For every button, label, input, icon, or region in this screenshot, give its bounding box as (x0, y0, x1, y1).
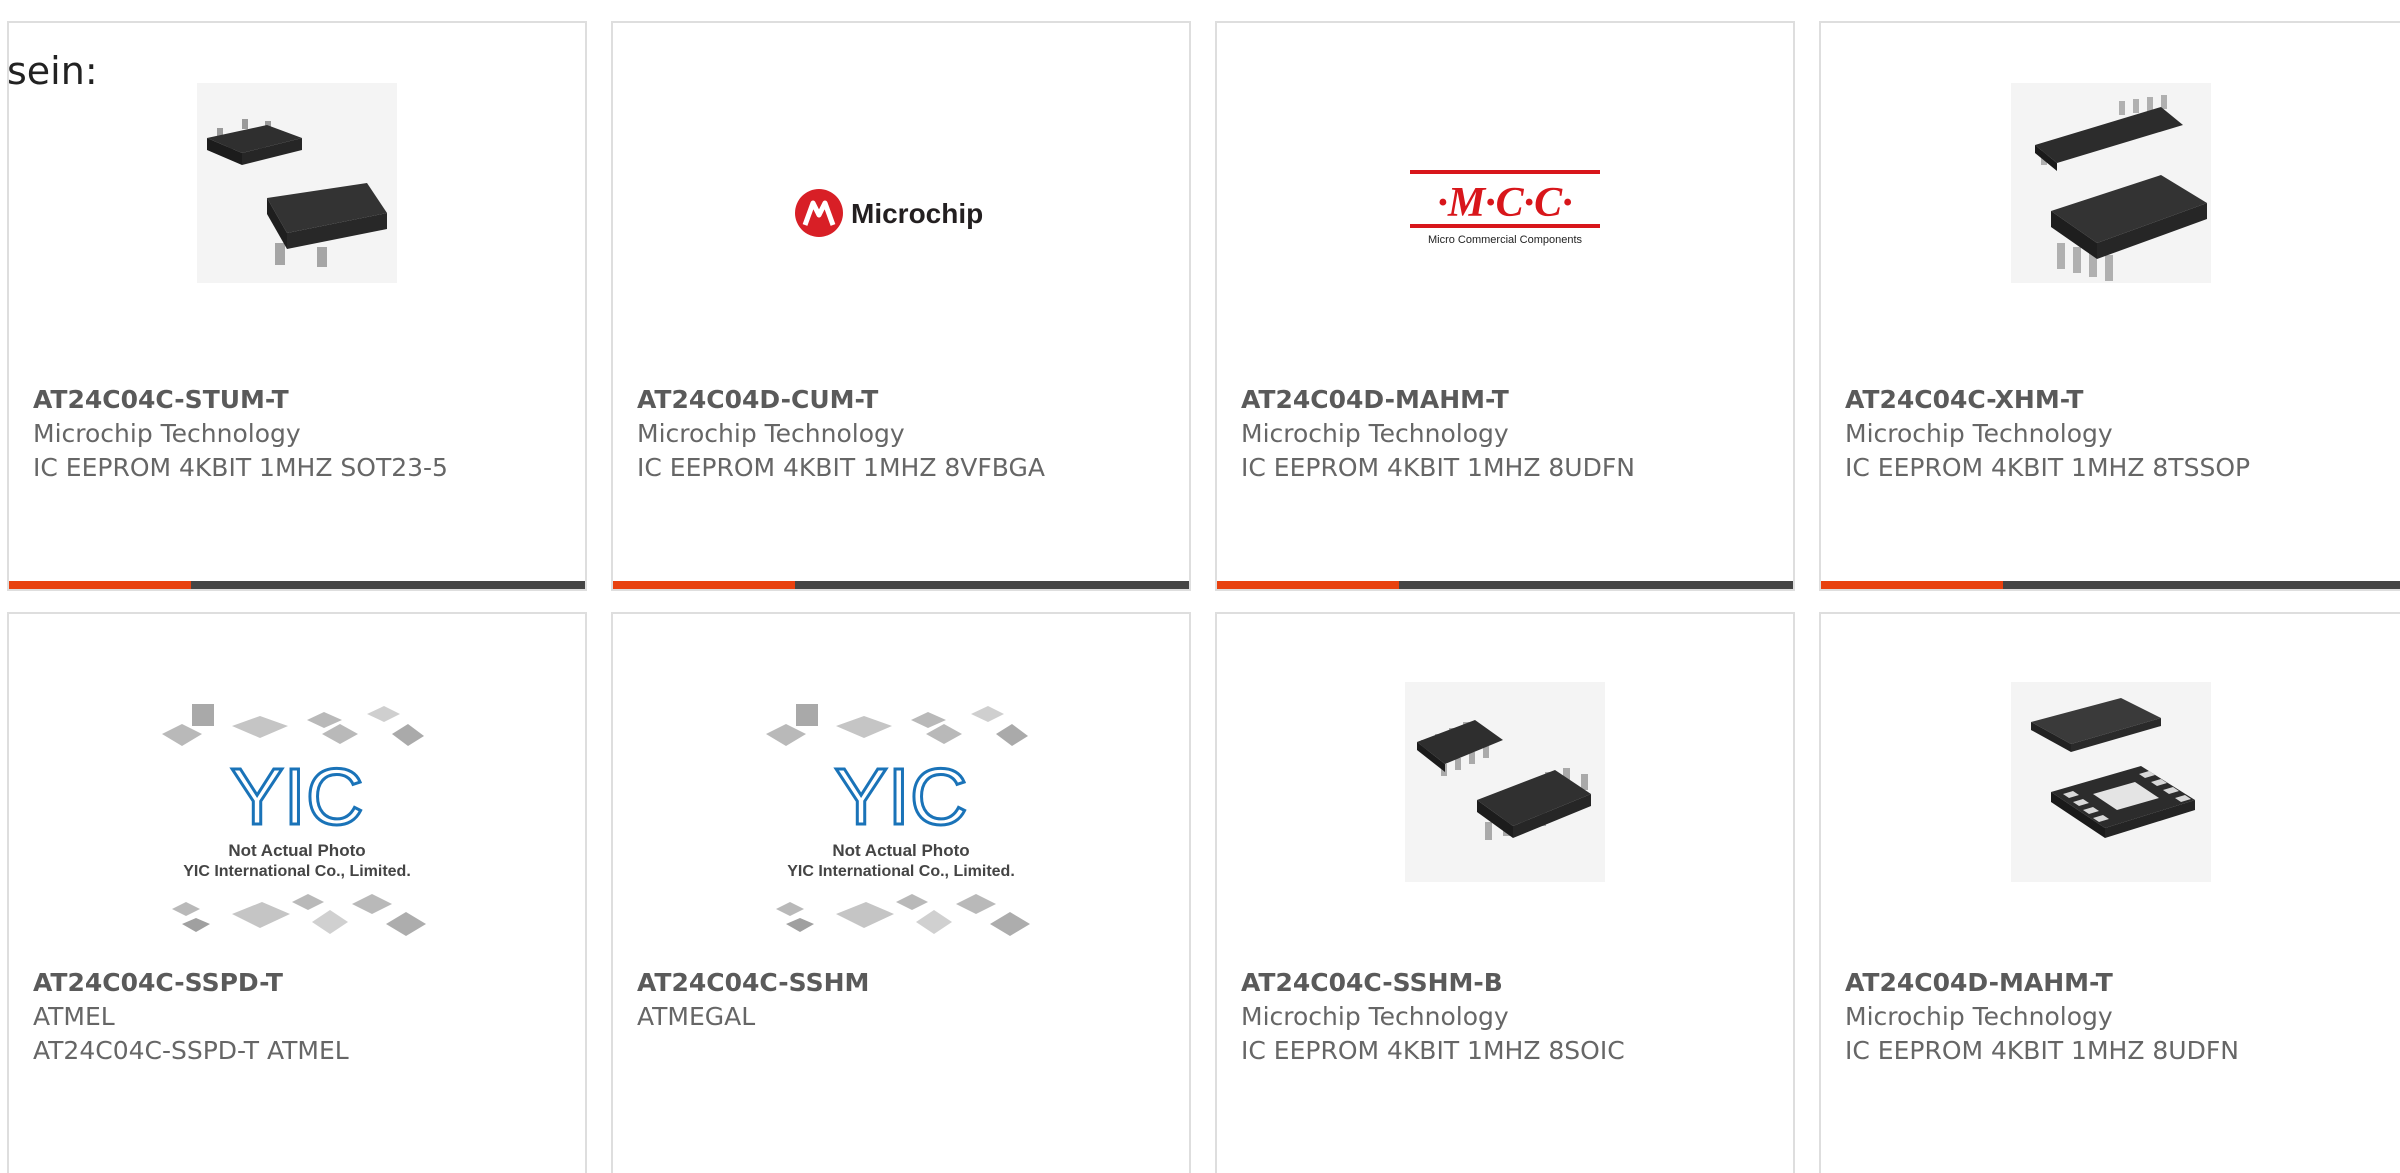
intro-text: sein: (7, 49, 98, 93)
product-image[interactable]: Microchip (613, 83, 1189, 343)
product-image[interactable] (1821, 83, 2400, 343)
microchip-logo-text: Microchip (851, 198, 983, 229)
product-grid-page: sein: AT24C04C-STUM-T Microchip Technolo… (0, 0, 2400, 1173)
mcc-logo-text: ·M·C·C· (1437, 180, 1572, 226)
tssop-package-icon (2010, 83, 2211, 283)
card-accent-bar (9, 581, 191, 589)
manufacturer: Microchip Technology (1241, 1002, 1509, 1031)
card-accent-bar (613, 581, 795, 589)
part-number-link[interactable]: AT24C04D-MAHM-T (1845, 966, 2376, 1000)
manufacturer: Microchip Technology (1845, 419, 2113, 448)
description: IC EEPROM 4KBIT 1MHZ 8VFBGA (637, 453, 1045, 482)
product-info: AT24C04C-XHM-T Microchip Technology IC E… (1845, 383, 2376, 485)
card-footer-bar (1821, 581, 2400, 589)
yic-logo-text: YIC (834, 752, 967, 841)
description: AT24C04C-SSPD-T ATMEL (33, 1036, 349, 1065)
manufacturer: ATMEGAL (637, 1002, 756, 1031)
card-footer-bar (9, 581, 585, 589)
product-card[interactable]: Microchip AT24C04D-CUM-T Microchip Techn… (611, 21, 1191, 591)
part-number-link[interactable]: AT24C04C-STUM-T (33, 383, 561, 417)
placeholder-line1: Not Actual Photo (832, 841, 969, 860)
manufacturer: Microchip Technology (33, 419, 301, 448)
manufacturer: Microchip Technology (1241, 419, 1509, 448)
product-image[interactable]: YIC Not Actual Photo YIC International C… (613, 704, 1189, 964)
description: IC EEPROM 4KBIT 1MHZ 8TSSOP (1845, 453, 2251, 482)
description: IC EEPROM 4KBIT 1MHZ 8UDFN (1845, 1036, 2239, 1065)
product-card[interactable]: YIC Not Actual Photo YIC International C… (7, 612, 587, 1173)
part-number-link[interactable]: AT24C04C-SSPD-T (33, 966, 561, 1000)
part-number-link[interactable]: AT24C04C-SSHM-B (1241, 966, 1769, 1000)
product-info: AT24C04D-MAHM-T Microchip Technology IC … (1845, 966, 2376, 1068)
description: IC EEPROM 4KBIT 1MHZ 8SOIC (1241, 1036, 1625, 1065)
product-card[interactable]: AT24C04C-SSHM-B Microchip Technology IC … (1215, 612, 1795, 1173)
product-info: AT24C04C-SSHM-B Microchip Technology IC … (1241, 966, 1769, 1068)
sot23-package-icon (197, 83, 397, 283)
product-info: AT24C04C-SSHM ATMEGAL (637, 966, 1165, 1034)
product-card[interactable]: ·M·C·C· Micro Commercial Components AT24… (1215, 21, 1795, 591)
soic-package-icon (1405, 682, 1605, 882)
mcc-logo-subtext: Micro Commercial Components (1428, 234, 1583, 246)
placeholder-line2: YIC International Co., Limited. (183, 863, 411, 880)
part-number-link[interactable]: AT24C04C-XHM-T (1845, 383, 2376, 417)
product-image[interactable] (9, 83, 585, 343)
card-accent-bar (1217, 581, 1399, 589)
product-card[interactable]: AT24C04C-XHM-T Microchip Technology IC E… (1819, 21, 2400, 591)
card-footer-bar (1217, 581, 1793, 589)
product-image[interactable] (1217, 682, 1793, 942)
product-card[interactable]: YIC Not Actual Photo YIC International C… (611, 612, 1191, 1173)
card-accent-bar (1821, 581, 2003, 589)
product-card[interactable]: AT24C04D-MAHM-T Microchip Technology IC … (1819, 612, 2400, 1173)
microchip-logo-icon: Microchip (795, 189, 983, 237)
manufacturer: Microchip Technology (1845, 1002, 2113, 1031)
part-number-link[interactable]: AT24C04C-SSHM (637, 966, 1165, 1000)
manufacturer: Microchip Technology (637, 419, 905, 448)
yic-placeholder-icon: YIC Not Actual Photo YIC International C… (766, 704, 1030, 936)
yic-placeholder-icon: YIC Not Actual Photo YIC International C… (162, 704, 426, 936)
product-info: AT24C04D-MAHM-T Microchip Technology IC … (1241, 383, 1769, 485)
product-image[interactable] (1821, 682, 2400, 942)
placeholder-line1: Not Actual Photo (228, 841, 365, 860)
description: IC EEPROM 4KBIT 1MHZ 8UDFN (1241, 453, 1635, 482)
product-image[interactable]: YIC Not Actual Photo YIC International C… (9, 704, 585, 964)
part-number-link[interactable]: AT24C04D-MAHM-T (1241, 383, 1769, 417)
product-info: AT24C04C-STUM-T Microchip Technology IC … (33, 383, 561, 485)
udfn-package-icon (2010, 682, 2211, 882)
product-image[interactable]: ·M·C·C· Micro Commercial Components (1217, 83, 1793, 343)
placeholder-line2: YIC International Co., Limited. (787, 863, 1015, 880)
product-card[interactable]: AT24C04C-STUM-T Microchip Technology IC … (7, 21, 587, 591)
product-info: AT24C04C-SSPD-T ATMEL AT24C04C-SSPD-T AT… (33, 966, 561, 1068)
manufacturer: ATMEL (33, 1002, 115, 1031)
description: IC EEPROM 4KBIT 1MHZ SOT23-5 (33, 453, 448, 482)
product-info: AT24C04D-CUM-T Microchip Technology IC E… (637, 383, 1165, 485)
part-number-link[interactable]: AT24C04D-CUM-T (637, 383, 1165, 417)
yic-logo-text: YIC (230, 752, 363, 841)
card-footer-bar (613, 581, 1189, 589)
mcc-logo-icon: ·M·C·C· Micro Commercial Components (1410, 170, 1600, 246)
